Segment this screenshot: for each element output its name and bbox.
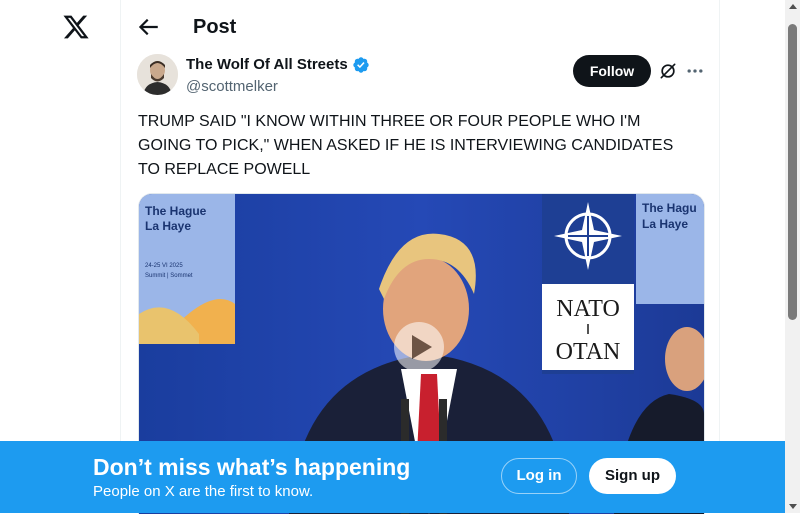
- left-sign-line1: The Hague: [145, 204, 207, 218]
- main-column: Post The Wolf Of All Streets @scottmelke…: [120, 0, 720, 514]
- play-icon[interactable]: [394, 322, 444, 372]
- left-sign-line2: La Haye: [145, 219, 191, 233]
- author-handle[interactable]: @scottmelker: [186, 77, 278, 97]
- left-sign: The Hague La Haye 24-25 VI 2025 Summit |…: [139, 194, 235, 344]
- left-sign-line3: 24-25 VI 2025: [145, 263, 183, 269]
- signup-banner: Don’t miss what’s happening People on X …: [0, 441, 785, 513]
- banner-title: Don’t miss what’s happening: [93, 454, 411, 480]
- page-title: Post: [193, 16, 237, 38]
- banner-subtitle: People on X are the first to know.: [93, 483, 314, 500]
- verified-badge-icon: [353, 57, 369, 73]
- signup-button[interactable]: Sign up: [589, 458, 676, 494]
- follow-button[interactable]: Follow: [573, 55, 651, 87]
- login-button[interactable]: Log in: [501, 458, 577, 494]
- right-sign-line2: La Haye: [642, 217, 688, 231]
- more-icon[interactable]: [685, 61, 705, 81]
- right-sign-line1: The Hagu: [642, 201, 697, 215]
- scroll-down-icon[interactable]: [789, 504, 797, 509]
- post-header: Post: [121, 0, 719, 53]
- author-name[interactable]: The Wolf Of All Streets: [186, 55, 348, 75]
- nato-label: NATO: [556, 296, 620, 322]
- scrollbar[interactable]: [785, 0, 800, 513]
- scroll-up-icon[interactable]: [789, 4, 797, 9]
- grok-icon[interactable]: [658, 61, 678, 81]
- back-arrow-icon[interactable]: [135, 14, 161, 40]
- right-sign: The Hagu La Haye: [636, 194, 704, 304]
- x-logo-icon[interactable]: [62, 13, 90, 41]
- left-nav: [0, 0, 120, 513]
- tweet-text: TRUMP SAID "I KNOW WITHIN THREE OR FOUR …: [138, 113, 674, 178]
- avatar[interactable]: [137, 54, 178, 95]
- scroll-thumb[interactable]: [788, 24, 797, 320]
- left-sign-line4: Summit | Sommet: [145, 273, 193, 279]
- nato-sign: NATO OTAN: [542, 194, 634, 374]
- otan-label: OTAN: [556, 339, 621, 365]
